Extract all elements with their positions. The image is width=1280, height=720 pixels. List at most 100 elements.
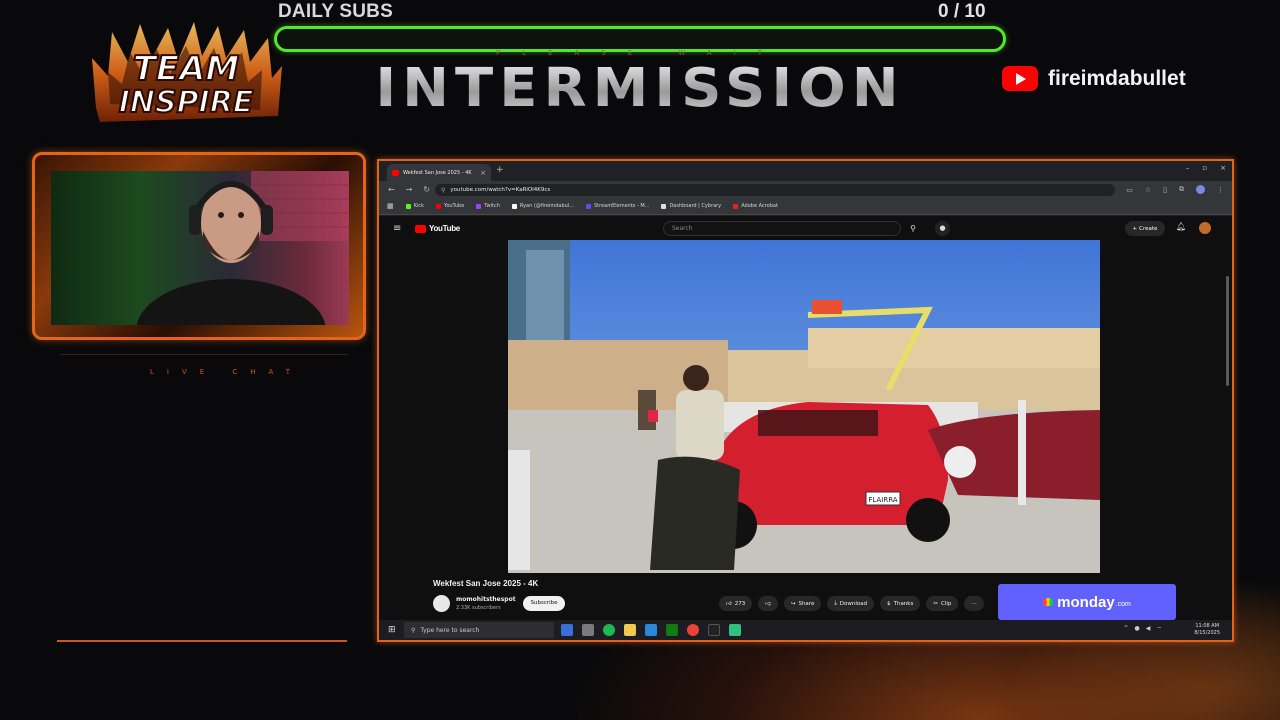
capcut-icon[interactable] — [708, 624, 720, 636]
bookmark-label: YouTube — [443, 203, 465, 209]
microphone-tray-icon[interactable]: ● — [1134, 625, 1139, 633]
search-icon[interactable]: ⚲ — [901, 221, 925, 236]
bookmark-item[interactable]: Kick — [405, 203, 424, 209]
file-explorer-icon[interactable] — [624, 624, 636, 636]
new-tab-icon[interactable]: + — [496, 165, 504, 175]
page-scrollbar[interactable] — [1226, 276, 1229, 386]
youtube-logo[interactable]: YouTube — [415, 224, 460, 233]
spotify-icon[interactable] — [603, 624, 615, 636]
store-icon[interactable] — [645, 624, 657, 636]
sidebar-icon[interactable]: ▯ — [1163, 186, 1167, 194]
license-plate: FLAIRRA — [868, 496, 897, 504]
clock-time: 11:08 AM — [1195, 623, 1220, 629]
notifications-bell-icon[interactable]: 🔔︎ — [1176, 222, 1186, 231]
browser-tab-bar: Wekfest San Jose 2025 - 4K × + – ▫ × — [379, 161, 1232, 181]
like-button[interactable]: 👍︎ 273 — [719, 596, 753, 611]
taskbar-search[interactable]: ⚲ Type here to search — [404, 622, 554, 638]
dislike-button[interactable]: 👎︎ — [758, 596, 778, 611]
extensions-icon[interactable]: ⧉ — [1179, 185, 1184, 194]
reload-icon[interactable]: ↻ — [423, 185, 430, 194]
bookmark-label: Dashboard | Cybrary — [669, 203, 722, 209]
live-chat-label: LIVE CHAT — [150, 368, 304, 376]
maximize-icon[interactable]: ▫ — [1202, 164, 1207, 172]
channel-name: fireimdabullet — [1048, 66, 1186, 90]
account-avatar[interactable] — [1199, 222, 1211, 234]
bookmark-item[interactable]: Dashboard | Cybrary — [661, 203, 721, 209]
tab-close-icon[interactable]: × — [480, 169, 486, 177]
subscribe-button[interactable]: Subscribe — [523, 596, 565, 611]
subscriber-count: 2.33K subscribers — [456, 605, 501, 611]
please-wait-text: PLEASE WAIT — [495, 49, 785, 57]
taskbar-clock[interactable]: 11:08 AM 8/15/2025 — [1194, 623, 1220, 637]
apps-icon[interactable]: ▦ — [387, 202, 394, 210]
close-window-icon[interactable]: × — [1220, 164, 1226, 172]
monday-ad-banner[interactable]: monday .com — [998, 584, 1176, 620]
video-title: Wekfest San Jose 2025 - 4K — [433, 579, 539, 588]
browser-menu-icon[interactable]: ⋮ — [1217, 186, 1224, 194]
channel-avatar[interactable] — [433, 595, 450, 612]
scissors-icon: ✂ — [933, 600, 938, 607]
more-actions-button[interactable]: ⋯ — [964, 596, 984, 611]
youtube-masthead: ≡ YouTube Search ⚲ ● + Create 🔔︎ — [379, 216, 1232, 241]
calculator-icon[interactable] — [582, 624, 594, 636]
bookmark-item[interactable]: Twitch — [476, 203, 500, 209]
address-bar: ← → ↻ ⚲ youtube.com/watch?v=KaRiOl4K9cs … — [379, 181, 1232, 199]
youtube-channel-badge: fireimdabullet — [1002, 66, 1186, 91]
channel-name-link[interactable]: momohitsthespot — [456, 596, 516, 603]
copilot-icon[interactable] — [561, 624, 573, 636]
youtube-tab-icon — [392, 169, 399, 176]
like-count: 273 — [734, 600, 746, 607]
bookmark-star-icon[interactable]: ☆ — [1145, 186, 1151, 194]
daily-subs-label: DAILY SUBS — [278, 1, 393, 22]
xbox-icon[interactable] — [666, 624, 678, 636]
windows-taskbar: ⊞ ⚲ Type here to search ^ ● ◀ ⌔ 11:08 AM… — [379, 620, 1232, 640]
microphone-icon[interactable]: ● — [935, 221, 950, 236]
streamlabs-icon[interactable] — [729, 624, 741, 636]
share-label: Share — [798, 600, 815, 607]
url-field[interactable]: ⚲ youtube.com/watch?v=KaRiOl4K9cs — [435, 184, 1115, 196]
bookmark-item[interactable]: Ryan (@fireimdabul... — [511, 203, 574, 209]
chrome-icon[interactable] — [687, 624, 699, 636]
create-label: Create — [1139, 225, 1158, 232]
bookmark-item[interactable]: YouTube — [435, 203, 465, 209]
bookmark-label: StreamElements - M... — [593, 203, 650, 209]
share-icon: ↪ — [790, 600, 796, 607]
share-button[interactable]: ↪ Share — [783, 596, 822, 611]
youtube-icon — [1002, 66, 1038, 91]
webcam-frame — [32, 152, 366, 340]
create-button[interactable]: + Create — [1125, 221, 1165, 236]
thanks-button[interactable]: $ Thanks — [880, 596, 921, 611]
bookmark-item[interactable]: StreamElements - M... — [585, 203, 650, 209]
windows-start-icon[interactable]: ⊞ — [388, 625, 396, 635]
plus-icon: + — [1132, 225, 1138, 232]
thumbs-up-icon: 👍︎ — [726, 600, 732, 607]
more-icon: ⋯ — [971, 600, 977, 607]
tray-expand-icon[interactable]: ^ — [1123, 625, 1128, 633]
bookmark-item[interactable]: Adobe Acrobat — [733, 203, 778, 209]
taskbar-search-icon: ⚲ — [411, 626, 416, 634]
taskbar-search-placeholder: Type here to search — [420, 626, 480, 634]
download-button[interactable]: ⤓ Download — [827, 596, 875, 611]
bookmark-label: Adobe Acrobat — [741, 203, 778, 209]
ad-suffix: .com — [1115, 600, 1131, 608]
site-info-icon[interactable]: ⚲ — [441, 187, 445, 194]
tab-title: Wekfest San Jose 2025 - 4K — [403, 169, 472, 176]
volume-icon[interactable]: ◀ — [1146, 625, 1151, 633]
menu-icon[interactable]: ≡ — [393, 223, 401, 234]
forward-icon[interactable]: → — [406, 185, 413, 194]
daily-subs-count: 0 / 10 — [938, 1, 986, 22]
youtube-search-input[interactable]: Search — [663, 221, 901, 236]
youtube-logo-text: YouTube — [429, 224, 460, 233]
cast-icon[interactable]: ▭ — [1126, 186, 1133, 194]
chat-bottom-accent — [57, 640, 347, 642]
network-icon[interactable]: ⌔ — [1156, 625, 1162, 633]
minimize-icon[interactable]: – — [1186, 164, 1190, 172]
video-player[interactable]: FLAIRRA — [508, 240, 1100, 573]
browser-tab[interactable]: Wekfest San Jose 2025 - 4K × — [387, 164, 491, 181]
profile-avatar[interactable] — [1196, 185, 1205, 194]
team-inspire-logo: TEAM INSPIRE — [86, 18, 286, 126]
logo-text-team: TEAM — [133, 49, 240, 89]
monday-logo-icon — [1043, 598, 1054, 606]
back-icon[interactable]: ← — [388, 185, 395, 194]
clip-button[interactable]: ✂ Clip — [926, 596, 959, 611]
